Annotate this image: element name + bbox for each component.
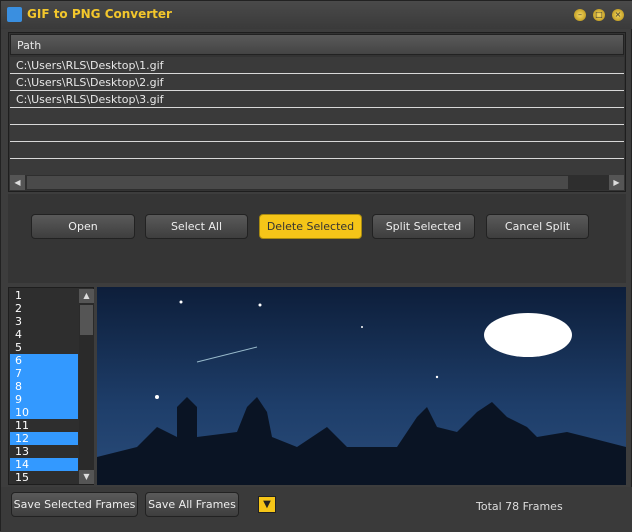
- table-row-empty: [10, 159, 624, 175]
- table-row[interactable]: C:\Users\RLS\Desktop\3.gif: [10, 91, 624, 108]
- scrollbar-thumb[interactable]: [27, 176, 568, 189]
- window-title: GIF to PNG Converter: [27, 7, 172, 21]
- table-row[interactable]: C:\Users\RLS\Desktop\1.gif: [10, 57, 624, 74]
- table-row-empty: [10, 125, 624, 142]
- frame-list-item[interactable]: 7: [10, 367, 78, 380]
- frame-list-item[interactable]: 4: [10, 328, 78, 341]
- scroll-right-icon[interactable]: ▶: [609, 175, 624, 190]
- scroll-left-icon[interactable]: ◀: [10, 175, 25, 190]
- app-icon: [7, 7, 22, 22]
- chevron-down-icon[interactable]: ▼: [258, 496, 276, 513]
- cancel-split-button[interactable]: Cancel Split: [486, 214, 589, 239]
- frame-list-item[interactable]: 14: [10, 458, 78, 471]
- title-bar: GIF to PNG Converter – □ ×: [1, 1, 632, 29]
- vertical-scrollbar[interactable]: ▲ ▼: [79, 289, 94, 484]
- save-all-frames-button[interactable]: Save All Frames: [145, 492, 239, 517]
- table-row[interactable]: C:\Users\RLS\Desktop\2.gif: [10, 74, 624, 91]
- frame-list-item[interactable]: 6: [10, 354, 78, 367]
- table-row-empty: [10, 108, 624, 125]
- app-window: GIF to PNG Converter – □ × Path C:\Users…: [0, 0, 632, 532]
- frame-list-item[interactable]: 5: [10, 341, 78, 354]
- frame-list-item[interactable]: 9: [10, 393, 78, 406]
- frame-list-item[interactable]: 15: [10, 471, 78, 484]
- minimize-icon[interactable]: –: [574, 9, 586, 21]
- frame-list-item[interactable]: 2: [10, 302, 78, 315]
- horizontal-scrollbar[interactable]: ◀ ▶: [10, 175, 624, 190]
- frame-list-item[interactable]: 3: [10, 315, 78, 328]
- select-all-button[interactable]: Select All: [145, 214, 248, 239]
- file-table: Path C:\Users\RLS\Desktop\1.gif C:\Users…: [8, 32, 626, 192]
- frame-list-item[interactable]: 11: [10, 419, 78, 432]
- frame-list-item[interactable]: 12: [10, 432, 78, 445]
- frame-list[interactable]: ▲ ▼ 1 2 3 4 5 6 7 8 9 10 11 12 13 14 15: [8, 287, 94, 485]
- delete-selected-button[interactable]: Delete Selected: [259, 214, 362, 239]
- frame-list-item[interactable]: 8: [10, 380, 78, 393]
- split-selected-button[interactable]: Split Selected: [372, 214, 475, 239]
- frame-list-item[interactable]: 1: [10, 289, 78, 302]
- table-row-empty: [10, 142, 624, 159]
- scroll-up-icon[interactable]: ▲: [79, 289, 94, 303]
- night-mosque-image: [97, 300, 626, 485]
- save-selected-frames-button[interactable]: Save Selected Frames: [11, 492, 138, 517]
- close-icon[interactable]: ×: [612, 9, 624, 21]
- frame-list-item[interactable]: 13: [10, 445, 78, 458]
- maximize-icon[interactable]: □: [593, 9, 605, 21]
- frame-preview: [97, 287, 626, 485]
- column-header-path[interactable]: Path: [10, 34, 624, 55]
- scroll-down-icon[interactable]: ▼: [79, 470, 94, 484]
- scrollbar-thumb[interactable]: [80, 305, 93, 335]
- open-button[interactable]: Open: [31, 214, 135, 239]
- frame-list-item[interactable]: 10: [10, 406, 78, 419]
- action-panel: Open Select All Delete Selected Split Se…: [8, 194, 626, 283]
- total-frames-label: Total 78 Frames: [476, 500, 563, 513]
